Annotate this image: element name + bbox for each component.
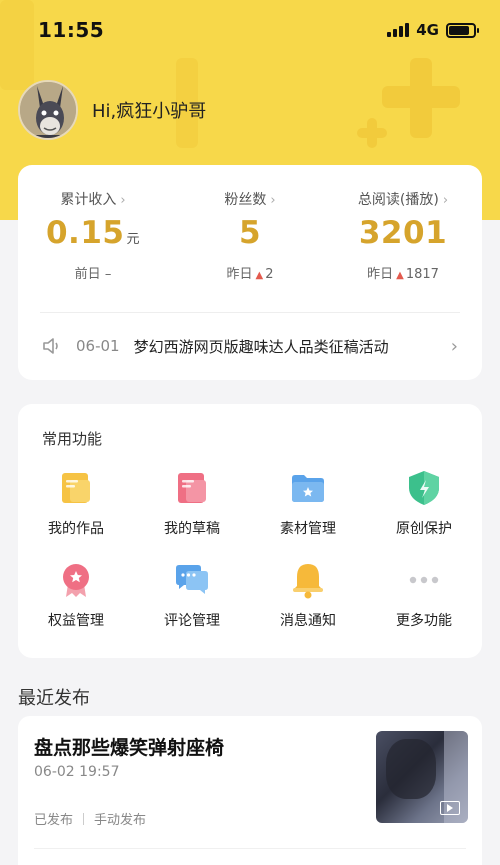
- functions-title: 常用功能: [42, 430, 103, 448]
- status-time: 11:55: [38, 18, 105, 42]
- stat-value: 3201: [358, 215, 448, 251]
- article-publish-mode: 手动发布: [94, 813, 147, 828]
- comment-icon: [176, 565, 208, 594]
- shield-icon: [409, 471, 439, 505]
- article-tags: 已发布 手动发布: [34, 809, 146, 828]
- func-materials[interactable]: 素材管理: [250, 468, 366, 538]
- chevron-right-icon: ›: [450, 335, 458, 357]
- func-label: 更多功能: [396, 613, 452, 629]
- profile-header[interactable]: Hi,疯狂小驴哥: [18, 80, 206, 140]
- recent-section-title: 最近发布: [18, 688, 90, 709]
- notice-bar[interactable]: 06-01 梦幻西游网页版趣味达人品类征稿活动 ›: [42, 331, 458, 361]
- trend-up-icon: ▲: [255, 270, 264, 281]
- func-rights[interactable]: 权益管理: [18, 560, 134, 630]
- stat-fans[interactable]: 粉丝数 › 5 昨日 ▲ 2: [175, 189, 325, 282]
- speaker-icon: [43, 338, 58, 354]
- greeting-text: Hi,疯狂小驴哥: [92, 101, 207, 122]
- status-indicators: 4G: [387, 21, 479, 39]
- battery-icon: [446, 22, 479, 38]
- avatar[interactable]: [18, 80, 78, 140]
- article-card[interactable]: 盘点那些爆笑弹射座椅 06-02 19:57 已发布 手动发布: [18, 716, 482, 865]
- stat-sub: 昨日 ▲ 1817: [367, 267, 439, 282]
- func-label: 权益管理: [48, 613, 104, 629]
- tag-separator: [83, 812, 85, 825]
- stat-income[interactable]: 累计收入 › 0.15 元 前日 –: [18, 189, 168, 282]
- stats-card: 累计收入 › 0.15 元 前日 – 粉丝数 › 5 昨日 ▲ 2 总阅读(播放) › 32…: [18, 165, 482, 380]
- stat-reads[interactable]: 总阅读(播放) › 3201 昨日 ▲ 1817: [328, 189, 478, 282]
- network-type: 4G: [416, 21, 439, 39]
- functions-grid: 我的作品 我的草稿 素材管理 原创保护 权益管理 评论管理 消息通知 更多功能: [18, 468, 482, 630]
- drafts-icon: [178, 473, 206, 503]
- status-bar: 11:55 4G: [0, 0, 500, 60]
- func-my-drafts[interactable]: 我的草稿: [134, 468, 250, 538]
- divider: [40, 312, 460, 313]
- badge-icon: [63, 564, 89, 597]
- stat-label: 累计收入 ›: [60, 192, 126, 208]
- stat-label: 总阅读(播放) ›: [357, 192, 449, 208]
- func-label: 我的作品: [48, 521, 104, 537]
- func-label: 原创保护: [396, 521, 452, 537]
- notice-title: 梦幻西游网页版趣味达人品类征稿活动: [133, 337, 389, 356]
- func-comments[interactable]: 评论管理: [134, 560, 250, 630]
- stat-label: 粉丝数 ›: [224, 192, 276, 208]
- bell-icon: [293, 564, 323, 599]
- trend-up-icon: ▲: [396, 270, 404, 281]
- func-my-works[interactable]: 我的作品: [18, 468, 134, 538]
- func-more[interactable]: 更多功能: [366, 560, 482, 630]
- article-title[interactable]: 盘点那些爆笑弹射座椅: [34, 733, 224, 760]
- article-time: 06-02 19:57: [34, 764, 120, 780]
- folder-icon: [292, 475, 324, 502]
- chevron-right-icon: ›: [442, 193, 449, 208]
- stat-value: 0.15 元: [45, 215, 140, 251]
- functions-card: 常用功能 我的作品 我的草稿 素材管理 原创保护 权益管理 评论管理 消息通知 …: [18, 404, 482, 658]
- func-label: 我的草稿: [164, 521, 220, 537]
- stat-sub: 昨日 ▲ 2: [226, 267, 274, 282]
- stat-value: 5: [238, 215, 262, 251]
- func-label: 素材管理: [280, 521, 336, 537]
- func-notifications[interactable]: 消息通知: [250, 560, 366, 630]
- func-label: 消息通知: [280, 613, 336, 629]
- video-icon: [440, 801, 460, 815]
- article-thumbnail[interactable]: [376, 731, 468, 823]
- works-icon: [62, 473, 90, 503]
- chevron-right-icon: ›: [270, 193, 276, 208]
- func-original-protection[interactable]: 原创保护: [366, 468, 482, 538]
- chevron-right-icon: ›: [120, 193, 126, 208]
- signal-icon: [387, 23, 410, 37]
- notice-date: 06-01: [76, 337, 120, 355]
- divider: [34, 848, 466, 849]
- stat-sub: 前日 –: [74, 267, 112, 282]
- article-status: 已发布: [34, 813, 74, 828]
- more-icon: [409, 576, 439, 584]
- func-label: 评论管理: [164, 613, 220, 629]
